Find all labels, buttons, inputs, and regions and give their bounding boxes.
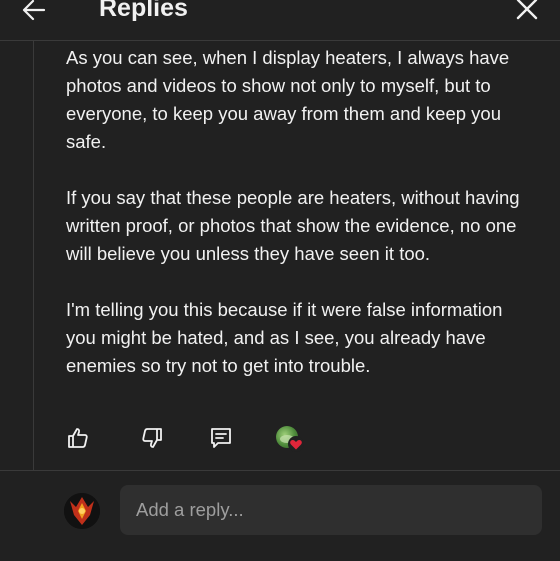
thumbs-up-icon [68, 428, 88, 448]
thumbs-down-icon [142, 428, 162, 448]
comment-paragraph: If you say that these people are heaters… [66, 187, 520, 264]
dislike-button[interactable] [138, 424, 166, 452]
reply-input[interactable] [120, 485, 542, 535]
page-title: Replies [99, 0, 188, 22]
top-bar: Replies [0, 0, 560, 41]
close-button[interactable] [512, 0, 542, 24]
close-icon [516, 0, 538, 20]
reply-composer [0, 470, 560, 561]
creator-heart-icon [288, 436, 304, 452]
back-button[interactable] [18, 0, 50, 26]
arrow-left-icon [22, 0, 46, 21]
comment-paragraph: I'm telling you this because if it were … [66, 299, 503, 376]
reply-comment-icon [211, 428, 231, 448]
avatar [64, 493, 100, 529]
reply-button[interactable] [207, 424, 235, 452]
like-button[interactable] [64, 424, 92, 452]
user-avatar-icon [64, 493, 100, 529]
comment-paragraph: As you can see, when I display heaters, … [66, 47, 510, 152]
creator-heart [276, 426, 306, 454]
comment-text: As you can see, when I display heaters, … [66, 44, 536, 408]
